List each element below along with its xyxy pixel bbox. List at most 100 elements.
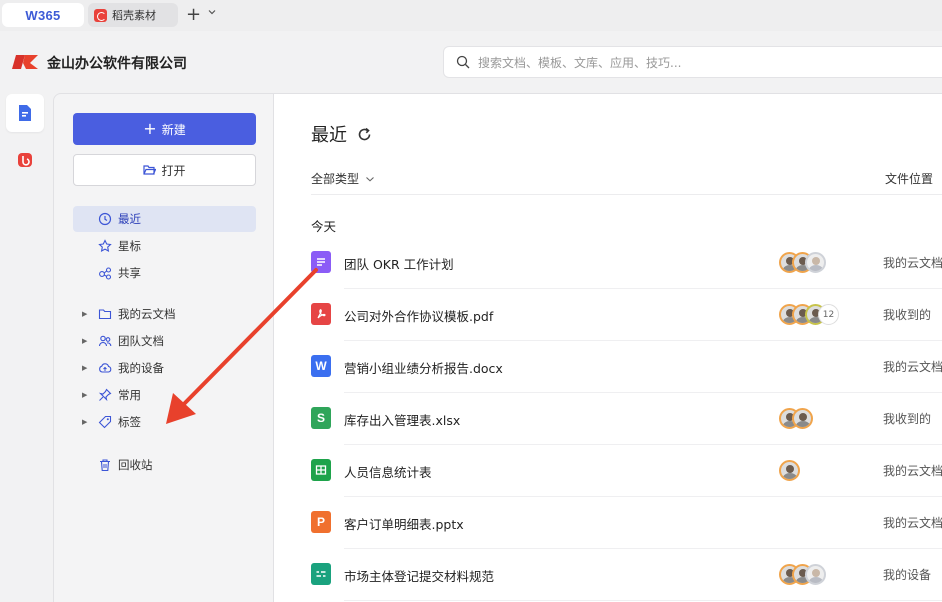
type-filter-label: 全部类型 [311, 172, 360, 186]
collaborator-avatars[interactable] [779, 408, 813, 429]
ppt-file-icon: P [311, 511, 331, 533]
pdf-file-icon [311, 303, 331, 325]
sidebar-item-tags[interactable]: ▶ 标签 [73, 410, 256, 434]
trash-icon [100, 459, 110, 472]
collaborator-avatars[interactable] [779, 460, 800, 481]
search-placeholder: 搜索文档、模板、文库、应用、技巧... [478, 55, 682, 70]
sidebar-item-label: 我的设备 [118, 361, 164, 375]
file-row[interactable]: S 库存出入管理表.xlsx 我收到的 [311, 393, 942, 445]
caret-right-icon[interactable]: ▶ [82, 310, 92, 318]
daoke-icon [94, 8, 107, 22]
tab-daoke[interactable]: 稻壳素材 [88, 3, 178, 27]
file-name[interactable]: 市场主体登记提交材料规范 [344, 566, 494, 585]
rail-daoke-button[interactable] [6, 141, 44, 179]
refresh-icon[interactable] [357, 127, 372, 142]
chevron-down-icon[interactable] [208, 8, 216, 16]
caret-right-icon[interactable]: ▶ [82, 418, 92, 426]
tab-bar: W365 稻壳素材 + [0, 0, 942, 31]
sidebar-item-label: 最近 [118, 212, 141, 226]
star-icon [98, 239, 112, 253]
file-name[interactable]: 团队 OKR 工作计划 [344, 254, 454, 273]
sidebar-item-label: 共享 [118, 266, 141, 280]
column-header-location[interactable]: 文件位置 [885, 170, 933, 187]
file-name[interactable]: 人员信息统计表 [344, 462, 432, 481]
avatar [805, 252, 826, 273]
avatar [779, 460, 800, 481]
file-location: 我收到的 [883, 308, 932, 322]
tab-daoke-label: 稻壳素材 [112, 9, 156, 22]
file-row[interactable]: 公司对外合作协议模板.pdf 12 我收到的 [311, 289, 942, 341]
folder-icon [98, 309, 112, 320]
tab-home-label: W365 [25, 7, 61, 23]
collaborator-avatars[interactable] [779, 252, 826, 273]
file-location: 我的云文档 [883, 360, 942, 374]
share-icon [99, 267, 112, 280]
sidebar-item-frequent[interactable]: ▶ 常用 [73, 383, 256, 407]
caret-right-icon[interactable]: ▶ [82, 337, 92, 345]
sidebar-item-label: 我的云文档 [118, 307, 176, 321]
page-title: 最近 [311, 121, 372, 147]
sidebar-item-my-cloud[interactable]: ▶ 我的云文档 [73, 302, 256, 326]
collaborator-avatars[interactable]: 12 [779, 304, 839, 325]
team-icon [98, 335, 112, 347]
sidebar-item-starred[interactable]: 星标 [73, 233, 256, 259]
row-divider [344, 600, 942, 601]
sidebar-item-label: 回收站 [118, 458, 153, 472]
sidebar-item-shared[interactable]: 共享 [73, 260, 256, 286]
file-row[interactable]: W 营销小组业绩分析报告.docx 我的云文档 [311, 341, 942, 393]
main-content: 最近 全部类型 文件位置 今天 团队 OKR 工作计划 我的云文档 公司对外合作… [274, 93, 942, 602]
clock-icon [98, 212, 112, 226]
sidebar-item-team-docs[interactable]: ▶ 团队文档 [73, 329, 256, 353]
open-button-label: 打开 [161, 163, 186, 178]
daoke-icon [18, 153, 32, 167]
new-button[interactable]: + 新建 [73, 113, 256, 145]
file-row[interactable]: 人员信息统计表 我的云文档 [311, 445, 942, 497]
header-divider [311, 194, 942, 195]
rail-documents-button[interactable] [6, 94, 44, 132]
folder-open-icon [143, 165, 157, 175]
sidebar-item-label: 团队文档 [118, 334, 164, 348]
file-location: 我的云文档 [883, 464, 942, 478]
file-location: 我的云文档 [883, 256, 942, 270]
tag-icon [98, 415, 112, 429]
app-header: 金山办公软件有限公司 搜索文档、模板、文库、应用、技巧... [0, 31, 942, 93]
collaborator-avatars[interactable] [779, 564, 826, 585]
file-row[interactable]: 团队 OKR 工作计划 我的云文档 [311, 237, 942, 289]
search-input[interactable]: 搜索文档、模板、文库、应用、技巧... [443, 46, 942, 78]
avatar [805, 564, 826, 585]
collaborator-count-badge: 12 [818, 304, 839, 325]
file-row[interactable]: P 客户订单明细表.pptx 我的云文档 [311, 497, 942, 549]
file-name[interactable]: 库存出入管理表.xlsx [344, 410, 460, 429]
new-button-label: 新建 [161, 122, 186, 137]
new-tab-button[interactable]: + [186, 5, 201, 25]
sheet-file-icon: S [311, 407, 331, 429]
caret-right-icon[interactable]: ▶ [82, 391, 92, 399]
file-location: 我的设备 [883, 568, 932, 582]
doc-file-icon [311, 251, 331, 273]
file-row[interactable]: 市场主体登记提交材料规范 我的设备 [311, 549, 942, 601]
cloud-icon [99, 363, 112, 373]
sidebar-item-trash[interactable]: 回收站 [73, 452, 256, 478]
company-name: 金山办公软件有限公司 [47, 56, 187, 72]
form-file-icon [311, 563, 331, 585]
open-button[interactable]: 打开 [73, 154, 256, 186]
type-filter-dropdown[interactable]: 全部类型 [311, 170, 375, 187]
kingsoft-logo-icon [12, 55, 38, 69]
file-name[interactable]: 客户订单明细表.pptx [344, 514, 464, 533]
file-name[interactable]: 公司对外合作协议模板.pdf [344, 306, 493, 325]
sidebar-item-my-device[interactable]: ▶ 我的设备 [73, 356, 256, 380]
file-location: 我收到的 [883, 412, 932, 426]
document-icon [19, 105, 31, 121]
caret-right-icon[interactable]: ▶ [82, 364, 92, 372]
file-name[interactable]: 营销小组业绩分析报告.docx [344, 358, 503, 377]
table-file-icon [311, 459, 331, 481]
file-location: 我的云文档 [883, 516, 942, 530]
sidebar-item-label: 星标 [118, 239, 141, 253]
avatar [792, 408, 813, 429]
pin-icon [98, 388, 112, 402]
sidebar-item-recent[interactable]: 最近 [73, 206, 256, 232]
sidebar-item-label: 常用 [118, 388, 141, 402]
tab-home[interactable]: W365 [2, 3, 84, 27]
word-file-icon: W [311, 355, 331, 377]
sidebar: + 新建 打开 最近 星标 共享 ▶ 我的云文档 ▶ 团队文档 ▶ 我的设备 ▶… [53, 93, 274, 602]
